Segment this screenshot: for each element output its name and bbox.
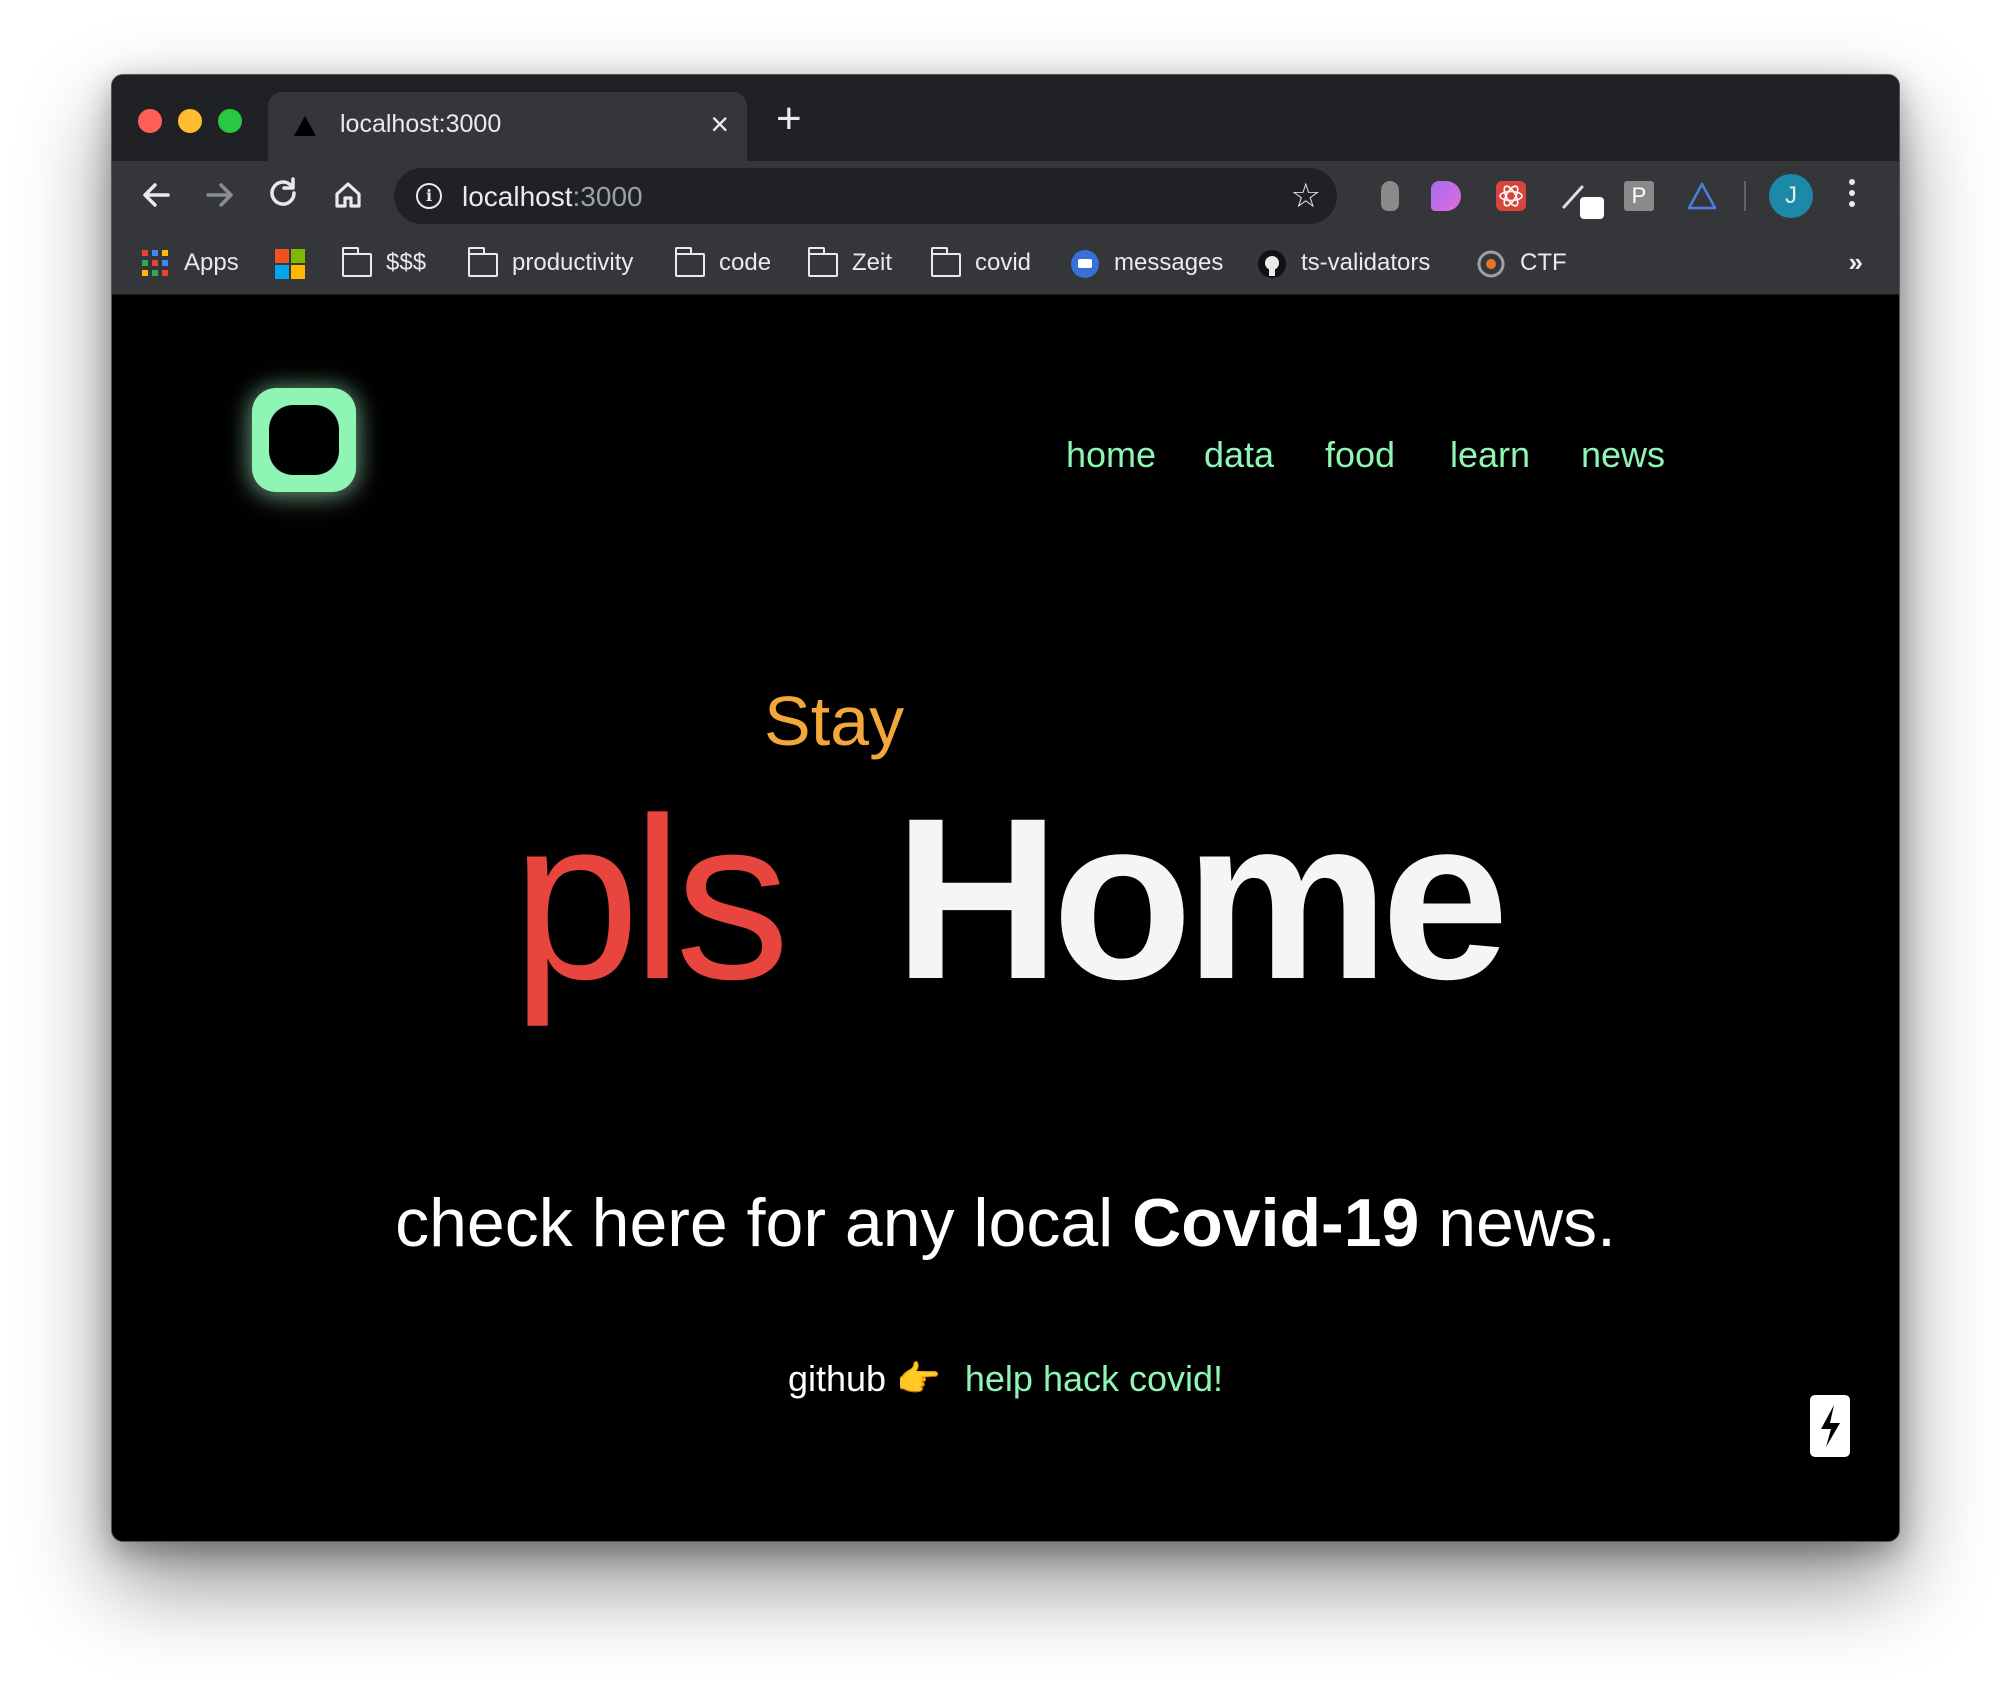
nav-link-home[interactable]: home	[1066, 434, 1156, 476]
folder-icon	[807, 247, 838, 277]
ctf-icon	[1476, 249, 1506, 278]
nav-link-learn[interactable]: learn	[1450, 434, 1530, 476]
bookmark-label: CTF	[1520, 249, 1567, 276]
pointing-hand-icon: 👉	[896, 1358, 941, 1399]
extension-purple-icon[interactable]	[1431, 181, 1461, 211]
tab-strip: localhost:3000 × +	[112, 75, 1899, 161]
vercel-triangle-icon	[294, 116, 316, 136]
extension-badge-icon	[1580, 197, 1604, 219]
tab-title: localhost:3000	[340, 110, 502, 138]
bookmark-ctf[interactable]: CTF	[1476, 246, 1567, 280]
folder-icon	[467, 247, 498, 277]
tagline: check here for any local Covid-19 news.	[395, 1185, 1616, 1261]
browser-toolbar: i localhost:3000 ☆ P J	[112, 161, 1899, 231]
site-logo[interactable]	[252, 388, 356, 492]
tab-close-icon[interactable]: ×	[710, 104, 729, 144]
bookmark-label: Apps	[184, 249, 239, 276]
url-text[interactable]: localhost:3000	[462, 181, 643, 213]
back-arrow-icon[interactable]	[132, 171, 180, 219]
profile-avatar[interactable]: J	[1769, 174, 1813, 218]
bookmark-label: covid	[975, 249, 1032, 276]
site-info-icon[interactable]: i	[416, 183, 442, 209]
bookmark-label: messages	[1114, 249, 1224, 276]
home-icon[interactable]	[324, 171, 372, 219]
forward-arrow-icon[interactable]	[196, 171, 244, 219]
folder-icon	[930, 247, 961, 277]
bookmark-ts-validators[interactable]: ts-validators	[1257, 246, 1430, 280]
bookmark-folder-zeit[interactable]: Zeit	[807, 246, 893, 280]
new-tab-button[interactable]: +	[776, 97, 802, 141]
menu-dots-icon[interactable]	[1849, 175, 1857, 219]
bookmark-folder-covid[interactable]: covid	[930, 246, 1032, 280]
hero-home: Home	[894, 770, 1509, 1027]
nav-link-food[interactable]: food	[1325, 434, 1395, 476]
github-label: github	[787, 1358, 887, 1399]
bookmark-label: Zeit	[852, 249, 893, 276]
github-row: github 👉 help hack covid!	[112, 1358, 1899, 1400]
messages-icon	[1070, 249, 1100, 278]
toolbar-divider	[1744, 181, 1746, 211]
bookmark-label: ts-validators	[1301, 249, 1431, 276]
bookmark-folder-productivity[interactable]: productivity	[467, 246, 634, 280]
bookmark-folder-money[interactable]: $$$	[341, 246, 427, 280]
extension-axe-icon[interactable]	[1687, 181, 1717, 211]
bookmarks-bar: Apps $$$ productivity code Zeit covid me…	[112, 231, 1899, 295]
minimize-window-button[interactable]	[178, 109, 202, 133]
bookmark-apps[interactable]: Apps	[140, 246, 239, 280]
bookmark-label: $$$	[386, 249, 427, 276]
reload-icon[interactable]	[260, 171, 308, 219]
close-window-button[interactable]	[138, 109, 162, 133]
address-bar[interactable]: i localhost:3000 ☆	[394, 168, 1337, 224]
maximize-window-button[interactable]	[218, 109, 242, 133]
page-content: home data food learn news Stay pls Home …	[112, 296, 1899, 1541]
lightning-bolt-icon[interactable]	[1810, 1395, 1850, 1457]
extension-mouse-icon[interactable]	[1381, 181, 1399, 211]
browser-window: localhost:3000 × + i localhost:3000 ☆ P …	[111, 74, 1900, 1542]
bookmark-label: productivity	[512, 249, 634, 276]
bookmark-messages[interactable]: messages	[1070, 246, 1223, 280]
bookmark-label: code	[719, 249, 772, 276]
github-icon	[1257, 249, 1287, 278]
nav-link-data[interactable]: data	[1204, 434, 1274, 476]
github-link[interactable]: help hack covid!	[965, 1358, 1223, 1399]
nav-link-news[interactable]: news	[1581, 434, 1665, 476]
tab-active[interactable]: localhost:3000 ×	[268, 92, 747, 161]
bookmark-star-icon[interactable]: ☆	[1291, 176, 1321, 216]
hero-pls: pls	[512, 770, 790, 1027]
apps-grid-icon	[140, 249, 170, 277]
extension-react-devtools-icon[interactable]	[1496, 181, 1526, 211]
hero-stay: Stay	[764, 682, 905, 760]
folder-icon	[674, 247, 705, 277]
bookmark-microsoft[interactable]	[275, 246, 305, 280]
bookmarks-overflow-button[interactable]: »	[1849, 247, 1863, 278]
bookmark-folder-code[interactable]: code	[674, 246, 772, 280]
microsoft-icon	[275, 249, 305, 279]
folder-icon	[341, 247, 372, 277]
extension-p-icon[interactable]: P	[1624, 181, 1654, 211]
